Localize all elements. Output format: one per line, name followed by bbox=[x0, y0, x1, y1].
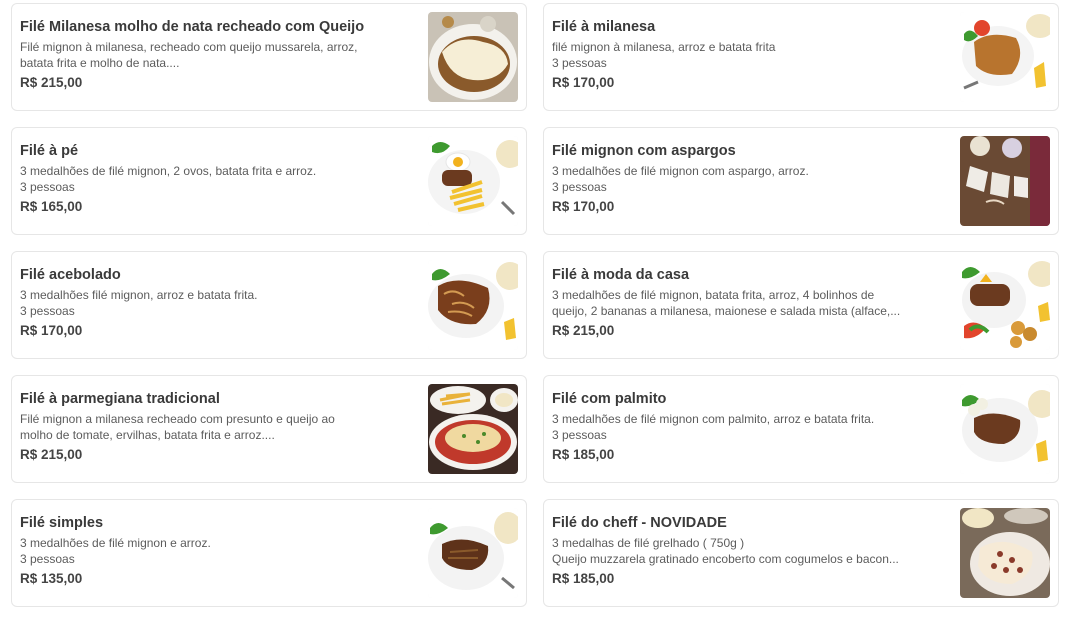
menu-item-price: R$ 215,00 bbox=[552, 323, 615, 338]
menu-item-title: Filé do cheff - NOVIDADE bbox=[552, 515, 727, 531]
menu-item-title: Filé à moda da casa bbox=[552, 267, 690, 283]
menu-item-card[interactable]: Filé mignon com aspargos 3 medalhões de … bbox=[543, 127, 1059, 235]
menu-item-title: Filé simples bbox=[20, 515, 104, 531]
menu-item-price: R$ 215,00 bbox=[20, 447, 83, 462]
menu-item-card[interactable]: Filé Milanesa molho de nata recheado com… bbox=[11, 3, 527, 111]
steak-eggs-fries-image[interactable] bbox=[428, 136, 518, 226]
menu-item-title: Filé acebolado bbox=[20, 267, 121, 283]
menu-item-description: 3 medalhas de filé grelhado ( 750g ) Que… bbox=[552, 535, 952, 567]
description-line: 3 pessoas bbox=[552, 180, 607, 194]
menu-item-description: Filé mignon a milanesa recheado com pres… bbox=[20, 411, 420, 443]
steak-asparagus-image[interactable] bbox=[960, 136, 1050, 226]
menu-item-title: Filé à pé bbox=[20, 143, 79, 159]
menu-item-title: Filé à milanesa bbox=[552, 19, 656, 35]
menu-item-price: R$ 170,00 bbox=[20, 323, 83, 338]
menu-item-text: Filé mignon com aspargos 3 medalhões de … bbox=[552, 142, 952, 215]
description-line: 3 medalhões de filé mignon com palmito, … bbox=[552, 412, 875, 426]
menu-item-card[interactable]: Filé à moda da casa 3 medalhões de filé … bbox=[543, 251, 1059, 359]
menu-item-card[interactable]: Filé acebolado 3 medalhões filé mignon, … bbox=[11, 251, 527, 359]
menu-item-text: Filé à parmegiana tradicional Filé migno… bbox=[20, 390, 420, 463]
description-line: 3 medalhões de filé mignon e arroz. bbox=[20, 536, 211, 550]
description-line: 3 pessoas bbox=[20, 552, 75, 566]
description-line: Filé mignon à milanesa, recheado com que… bbox=[20, 40, 358, 54]
menu-item-card[interactable]: Filé à pé 3 medalhões de filé mignon, 2 … bbox=[11, 127, 527, 235]
menu-item-description: 3 medalhões de filé mignon e arroz. 3 pe… bbox=[20, 535, 420, 567]
menu-item-card[interactable]: Filé com palmito 3 medalhões de filé mig… bbox=[543, 375, 1059, 483]
menu-item-price: R$ 185,00 bbox=[552, 447, 615, 462]
menu-item-description: 3 medalhões de filé mignon com aspargo, … bbox=[552, 163, 952, 195]
menu-item-description: Filé mignon à milanesa, recheado com que… bbox=[20, 39, 420, 71]
menu-item-price: R$ 170,00 bbox=[552, 199, 615, 214]
simple-steak-image[interactable] bbox=[428, 508, 518, 598]
menu-item-text: Filé à milanesa filé mignon à milanesa, … bbox=[552, 18, 952, 91]
menu-item-text: Filé à moda da casa 3 medalhões de filé … bbox=[552, 266, 952, 339]
description-line: 3 medalhões de filé mignon, batata frita… bbox=[552, 288, 875, 302]
menu-item-description: 3 medalhões filé mignon, arroz e batata … bbox=[20, 287, 420, 319]
menu-item-text: Filé acebolado 3 medalhões filé mignon, … bbox=[20, 266, 420, 339]
description-line: queijo, 2 bananas a milanesa, maionese e… bbox=[552, 304, 901, 318]
description-line: Filé mignon a milanesa recheado com pres… bbox=[20, 412, 335, 426]
menu-item-price: R$ 170,00 bbox=[552, 75, 615, 90]
steak-cream-sauce-image[interactable] bbox=[428, 12, 518, 102]
menu-item-card[interactable]: Filé à milanesa filé mignon à milanesa, … bbox=[543, 3, 1059, 111]
menu-item-text: Filé simples 3 medalhões de filé mignon … bbox=[20, 514, 420, 587]
description-line: 3 pessoas bbox=[552, 428, 607, 442]
description-line: 3 pessoas bbox=[20, 180, 75, 194]
menu-item-price: R$ 215,00 bbox=[20, 75, 83, 90]
description-line: 3 medalhas de filé grelhado ( 750g ) bbox=[552, 536, 745, 550]
menu-item-text: Filé à pé 3 medalhões de filé mignon, 2 … bbox=[20, 142, 420, 215]
description-line: filé mignon à milanesa, arroz e batata f… bbox=[552, 40, 776, 54]
breaded-steak-image[interactable] bbox=[960, 12, 1050, 102]
menu-item-card[interactable]: Filé à parmegiana tradicional Filé migno… bbox=[11, 375, 527, 483]
description-line: 3 medalhões de filé mignon com aspargo, … bbox=[552, 164, 809, 178]
menu-item-description: 3 medalhões de filé mignon, 2 ovos, bata… bbox=[20, 163, 420, 195]
menu-item-text: Filé Milanesa molho de nata recheado com… bbox=[20, 18, 420, 91]
menu-item-description: 3 medalhões de filé mignon com palmito, … bbox=[552, 411, 952, 443]
menu-item-price: R$ 135,00 bbox=[20, 571, 83, 586]
menu-item-card[interactable]: Filé simples 3 medalhões de filé mignon … bbox=[11, 499, 527, 607]
parmigiana-image[interactable] bbox=[428, 384, 518, 474]
description-line: molho de tomate, ervilhas, batata frita … bbox=[20, 428, 275, 442]
description-line: 3 medalhões de filé mignon, 2 ovos, bata… bbox=[20, 164, 317, 178]
menu-item-price: R$ 165,00 bbox=[20, 199, 83, 214]
description-line: Queijo muzzarela gratinado encoberto com… bbox=[552, 552, 899, 566]
description-line: 3 pessoas bbox=[20, 304, 75, 318]
menu-item-title: Filé à parmegiana tradicional bbox=[20, 391, 220, 407]
chef-steak-image[interactable] bbox=[960, 508, 1050, 598]
steak-onions-image[interactable] bbox=[428, 260, 518, 350]
menu-grid: Filé Milanesa molho de nata recheado com… bbox=[11, 3, 1059, 607]
menu-item-description: 3 medalhões de filé mignon, batata frita… bbox=[552, 287, 952, 319]
description-line: 3 pessoas bbox=[552, 56, 607, 70]
menu-item-price: R$ 185,00 bbox=[552, 571, 615, 586]
menu-item-title: Filé Milanesa molho de nata recheado com… bbox=[20, 19, 365, 35]
menu-item-text: Filé do cheff - NOVIDADE 3 medalhas de f… bbox=[552, 514, 952, 587]
steak-palm-heart-image[interactable] bbox=[960, 384, 1050, 474]
menu-item-title: Filé com palmito bbox=[552, 391, 667, 407]
menu-item-description: filé mignon à milanesa, arroz e batata f… bbox=[552, 39, 952, 71]
menu-item-card[interactable]: Filé do cheff - NOVIDADE 3 medalhas de f… bbox=[543, 499, 1059, 607]
house-steak-image[interactable] bbox=[960, 260, 1050, 350]
menu-item-title: Filé mignon com aspargos bbox=[552, 143, 736, 159]
description-line: 3 medalhões filé mignon, arroz e batata … bbox=[20, 288, 258, 302]
description-line: batata frita e molho de nata.... bbox=[20, 56, 180, 70]
menu-item-text: Filé com palmito 3 medalhões de filé mig… bbox=[552, 390, 952, 463]
